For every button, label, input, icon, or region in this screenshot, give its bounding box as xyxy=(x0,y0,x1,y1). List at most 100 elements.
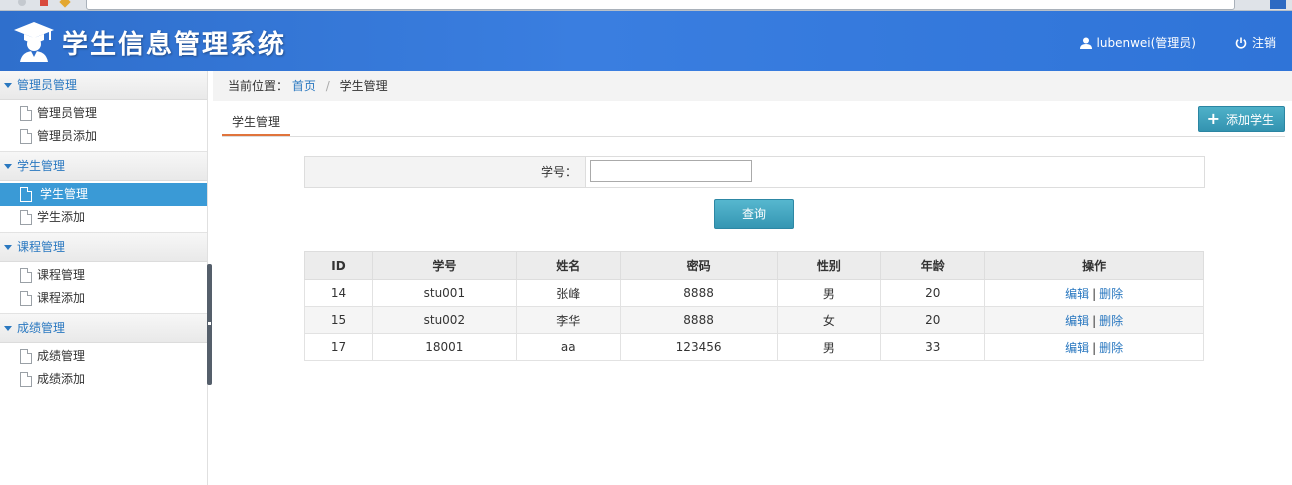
cell-student-no: 18001 xyxy=(371,333,517,361)
document-icon xyxy=(20,268,32,283)
column-header-gender: 性别 xyxy=(776,251,882,280)
logout-link[interactable]: 注销 xyxy=(1235,34,1276,51)
sidebar-group-course[interactable]: 课程管理 xyxy=(0,233,207,262)
tab-student-manage[interactable]: 学生管理 xyxy=(222,110,291,136)
cell-age: 20 xyxy=(880,279,986,307)
cell-id: 14 xyxy=(304,279,373,307)
address-bar[interactable] xyxy=(86,0,1235,10)
column-header-id: ID xyxy=(304,251,373,280)
student-no-input[interactable] xyxy=(590,160,752,182)
column-header-actions: 操作 xyxy=(984,251,1204,280)
sidebar-item-student-add[interactable]: 学生添加 xyxy=(0,206,207,229)
search-form: 学号： xyxy=(304,156,1205,188)
document-icon xyxy=(20,349,32,364)
sidebar-item-student-manage[interactable]: 学生管理 xyxy=(0,183,207,206)
user-icon xyxy=(1079,37,1092,49)
sidebar-group-title: 管理员管理 xyxy=(17,78,78,92)
tab-bar: 学生管理 + 添加学生 xyxy=(222,106,1285,137)
cell-actions: 编辑 | 删除 xyxy=(984,279,1204,307)
caret-down-icon xyxy=(4,326,12,331)
current-user[interactable]: lubenwei(管理员) xyxy=(1079,34,1196,51)
column-header-password: 密码 xyxy=(619,251,778,280)
cell-actions: 编辑 | 删除 xyxy=(984,306,1204,334)
app-title: 学生信息管理系统 xyxy=(62,30,287,60)
extension-icon[interactable] xyxy=(1270,0,1286,9)
cell-actions: 编辑 | 删除 xyxy=(984,333,1204,361)
add-student-button[interactable]: + 添加学生 xyxy=(1197,106,1285,132)
document-icon xyxy=(20,129,32,144)
caret-down-icon xyxy=(4,245,12,250)
breadcrumb-home-link[interactable]: 首页 xyxy=(292,79,316,93)
sidebar-item-label: 学生添加 xyxy=(37,210,86,224)
table-row: 17 18001 aa 123456 男 33 编辑 | 删除 xyxy=(304,333,1204,361)
sidebar-item-label: 课程管理 xyxy=(37,268,86,282)
document-icon xyxy=(20,106,32,121)
breadcrumb-current: 学生管理 xyxy=(339,79,388,93)
sidebar-group-title: 学生管理 xyxy=(17,159,66,173)
sidebar-item-label: 成绩添加 xyxy=(37,372,86,386)
sidebar-group-student[interactable]: 学生管理 xyxy=(0,152,207,181)
cell-age: 20 xyxy=(880,306,986,334)
table-row: 14 stu001 张峰 8888 男 20 编辑 | 删除 xyxy=(304,279,1204,307)
back-icon[interactable] xyxy=(18,0,26,6)
sidebar-item-course-add[interactable]: 课程添加 xyxy=(0,287,207,310)
sidebar-item-score-manage[interactable]: 成绩管理 xyxy=(0,345,207,368)
logout-label: 注销 xyxy=(1251,36,1276,50)
user-name: lubenwei(管理员) xyxy=(1096,36,1196,50)
cell-password: 8888 xyxy=(619,306,778,334)
column-header-name: 姓名 xyxy=(515,251,621,280)
home-icon[interactable] xyxy=(59,0,71,8)
cell-gender: 男 xyxy=(776,333,882,361)
cell-gender: 女 xyxy=(776,306,882,334)
action-separator: | xyxy=(1092,340,1097,355)
sidebar-group-score[interactable]: 成绩管理 xyxy=(0,314,207,343)
sidebar-item-label: 管理员管理 xyxy=(37,106,98,120)
cell-name: 张峰 xyxy=(515,279,621,307)
delete-link[interactable]: 删除 xyxy=(1099,287,1123,301)
cell-student-no: stu001 xyxy=(371,279,517,307)
sidebar-item-label: 学生管理 xyxy=(40,187,89,201)
breadcrumb: 当前位置： 首页 / 学生管理 xyxy=(213,71,1292,101)
add-student-label: 添加学生 xyxy=(1225,112,1274,127)
table-row: 15 stu002 李华 8888 女 20 编辑 | 删除 xyxy=(304,306,1204,334)
sidebar-item-label: 课程添加 xyxy=(37,291,86,305)
sidebar-item-score-add[interactable]: 成绩添加 xyxy=(0,368,207,391)
document-icon xyxy=(20,291,32,306)
browser-toolbar xyxy=(0,0,1292,11)
sidebar-group-admin[interactable]: 管理员管理 xyxy=(0,71,207,100)
column-header-age: 年龄 xyxy=(880,251,986,280)
sidebar-item-admin-manage[interactable]: 管理员管理 xyxy=(0,102,207,125)
cell-password: 123456 xyxy=(619,333,778,361)
power-icon xyxy=(1235,37,1247,49)
table-header-row: ID 学号 姓名 密码 性别 年龄 操作 xyxy=(304,251,1204,280)
sidebar-item-label: 管理员添加 xyxy=(37,129,98,143)
cell-id: 15 xyxy=(304,306,373,334)
sidebar-item-label: 成绩管理 xyxy=(37,349,86,363)
cell-password: 8888 xyxy=(619,279,778,307)
stop-icon[interactable] xyxy=(40,0,48,6)
action-separator: | xyxy=(1092,286,1097,301)
sidebar-item-admin-add[interactable]: 管理员添加 xyxy=(0,125,207,148)
edit-link[interactable]: 编辑 xyxy=(1065,314,1089,328)
sidebar-item-course-manage[interactable]: 课程管理 xyxy=(0,264,207,287)
edit-link[interactable]: 编辑 xyxy=(1065,341,1089,355)
sidebar-collapse-handle[interactable] xyxy=(207,264,212,385)
app-header: 学生信息管理系统 lubenwei(管理员) 注销 xyxy=(0,11,1292,71)
breadcrumb-prefix: 当前位置： xyxy=(228,79,289,93)
student-logo-icon xyxy=(14,22,54,62)
document-icon xyxy=(20,187,32,202)
sidebar-group-title: 课程管理 xyxy=(17,240,66,254)
student-no-label: 学号： xyxy=(305,157,586,187)
cell-student-no: stu002 xyxy=(371,306,517,334)
breadcrumb-separator: / xyxy=(325,79,330,93)
edit-link[interactable]: 编辑 xyxy=(1065,287,1089,301)
delete-link[interactable]: 删除 xyxy=(1099,341,1123,355)
document-icon xyxy=(20,372,32,387)
action-separator: | xyxy=(1092,313,1097,328)
query-button[interactable]: 查询 xyxy=(714,199,794,229)
cell-id: 17 xyxy=(304,333,373,361)
delete-link[interactable]: 删除 xyxy=(1099,314,1123,328)
caret-down-icon xyxy=(4,164,12,169)
plus-icon: + xyxy=(1206,109,1220,128)
cell-name: 李华 xyxy=(515,306,621,334)
